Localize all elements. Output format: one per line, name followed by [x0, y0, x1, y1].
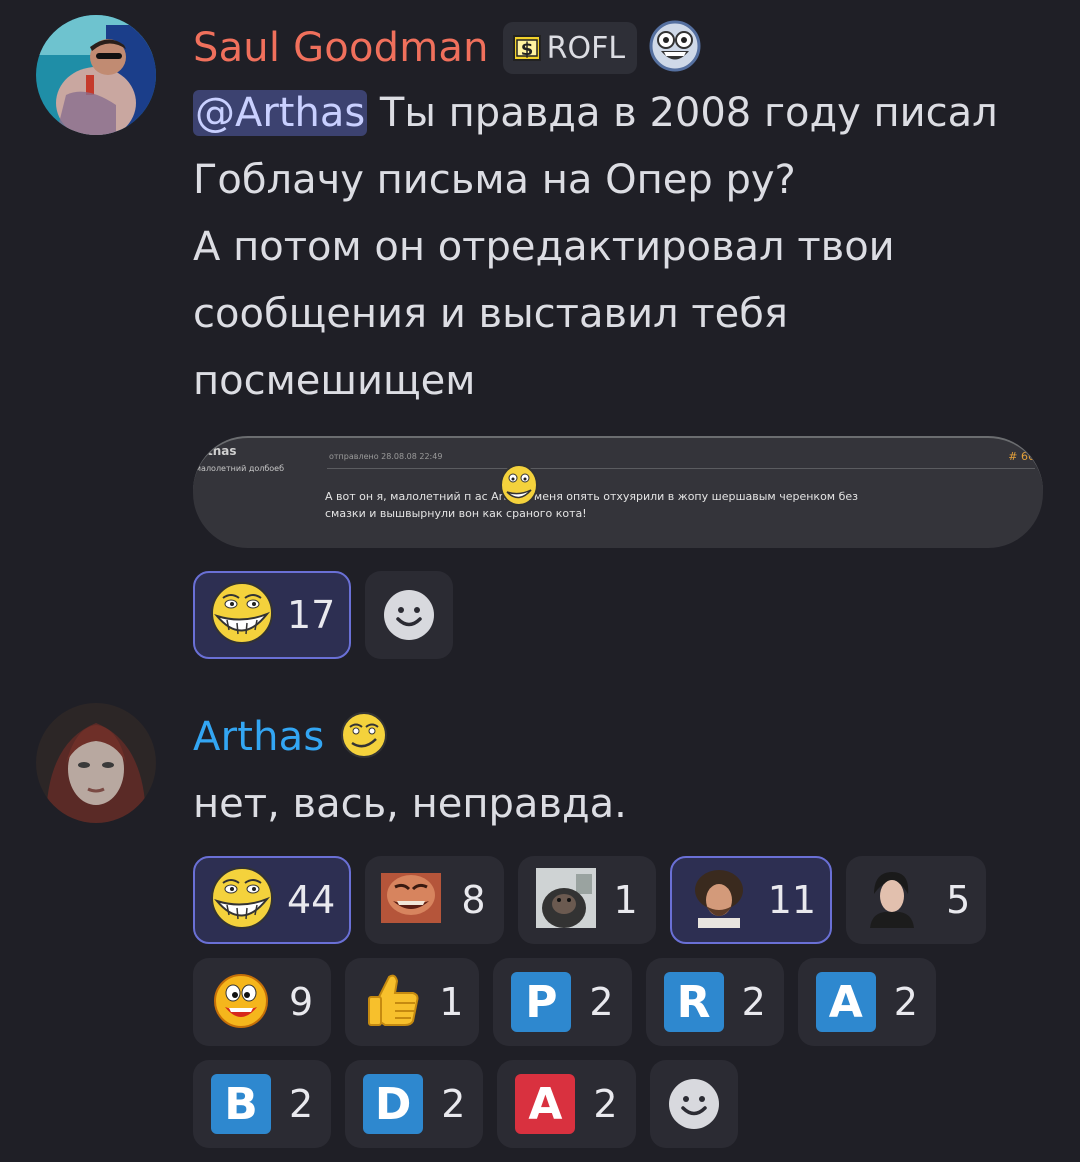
- letter-a-red-icon: A: [515, 1074, 576, 1134]
- reaction-count: 2: [741, 980, 766, 1024]
- embed-body-line: смазки и вышвырнули вон как сраного кота…: [325, 507, 587, 520]
- monkey-icon: [535, 868, 596, 932]
- letter-p-icon: P: [511, 972, 572, 1032]
- trollface-icon: [340, 711, 388, 763]
- reaction-count: 2: [893, 980, 918, 1024]
- money-icon: $: [512, 35, 541, 61]
- letter-a-icon: A: [815, 972, 876, 1032]
- reaction-count: 1: [439, 980, 464, 1024]
- yellow-smiley-icon: [211, 971, 271, 1033]
- reaction-count: 17: [287, 593, 336, 637]
- image-attachment[interactable]: thas малолетний долбоеб отправлено 28.08…: [193, 436, 1043, 548]
- laughing-man-icon: [381, 873, 442, 927]
- reaction[interactable]: 17: [193, 571, 352, 659]
- reaction[interactable]: 8: [365, 856, 504, 944]
- message-text-saul: @Arthas Ты правда в 2008 году писал Гобл…: [193, 80, 1040, 415]
- reaction[interactable]: B 2: [193, 1060, 332, 1148]
- message-line: посмешищем: [193, 358, 476, 404]
- message-line: Гоблачу письма на Опер ру?: [193, 157, 796, 203]
- reaction-count: 2: [593, 1082, 618, 1126]
- man-portrait-icon: [864, 868, 921, 932]
- embed-divider: [327, 468, 1035, 469]
- letter-r-icon: R: [663, 972, 724, 1032]
- add-reaction-button[interactable]: [365, 571, 454, 659]
- reaction[interactable]: 5: [846, 856, 987, 944]
- avatar-saul[interactable]: [36, 15, 156, 135]
- message-line: Ты правда в 2008 году писал: [379, 90, 998, 136]
- embed-body: А вот он я, малолетний п ас Arthas, меня…: [325, 488, 1025, 522]
- reaction-count: 8: [461, 878, 486, 922]
- reaction-count: 2: [441, 1082, 466, 1126]
- svg-text:$: $: [520, 39, 533, 60]
- role-tag[interactable]: $ ROFL: [502, 22, 638, 74]
- embed-date: отправлено 28.08.08 22:49: [329, 452, 443, 461]
- reaction[interactable]: A 2: [497, 1060, 636, 1148]
- reaction-count: 11: [767, 878, 817, 922]
- reaction-count: 2: [589, 980, 614, 1024]
- trollface-icon: [209, 580, 275, 650]
- reaction[interactable]: 11: [669, 856, 833, 944]
- message-line: А потом он отредактировал твои: [193, 224, 895, 270]
- trollface-icon: [209, 865, 275, 935]
- reaction-count: 44: [287, 878, 336, 922]
- reaction[interactable]: 9: [193, 958, 332, 1046]
- reaction-count: 5: [946, 878, 971, 922]
- reaction[interactable]: 44: [193, 856, 352, 944]
- embed-body-line: А вот он я, малолетний п ас Arthas, меня…: [325, 490, 858, 503]
- reaction[interactable]: A 2: [797, 958, 936, 1046]
- reaction[interactable]: P 2: [493, 958, 632, 1046]
- trollface-icon: [499, 464, 539, 510]
- add-reaction-button[interactable]: [649, 1060, 738, 1148]
- reaction-count: 1: [613, 878, 638, 922]
- mention-arthas[interactable]: @Arthas: [193, 90, 368, 136]
- reactions-saul: 17: [193, 571, 467, 673]
- message-line: сообщения и выставил тебя: [193, 291, 788, 337]
- laughing-face-icon: [649, 20, 701, 76]
- embed-author: thas: [207, 444, 237, 458]
- letter-b-icon: B: [211, 1074, 271, 1134]
- reaction[interactable]: R 2: [645, 958, 784, 1046]
- smiley-icon: [384, 590, 435, 640]
- reaction[interactable]: 1: [345, 958, 480, 1046]
- bob-ross-icon: [687, 868, 750, 932]
- username-arthas[interactable]: Arthas: [193, 714, 324, 760]
- embed-post-number: # 66: [1008, 450, 1035, 463]
- letter-d-icon: D: [363, 1074, 424, 1134]
- reaction[interactable]: D 2: [345, 1060, 484, 1148]
- reactions-arthas: 44 8 1 11 5 9 1 P 2 R 2 A 2 B 2 D 2 A 2: [193, 856, 1053, 1162]
- message-text-arthas: нет, вась, неправда.: [193, 781, 627, 827]
- username-saul[interactable]: Saul Goodman: [193, 25, 489, 71]
- reaction-count: 2: [289, 1082, 314, 1126]
- role-tag-label: ROFL: [546, 30, 626, 66]
- thumbs-up-icon: [365, 971, 423, 1033]
- smiley-icon: [668, 1079, 719, 1129]
- reaction-count: 9: [289, 980, 314, 1024]
- embed-subtitle: малолетний долбоеб: [195, 464, 285, 473]
- reaction[interactable]: 1: [517, 856, 656, 944]
- avatar-arthas[interactable]: [36, 703, 156, 823]
